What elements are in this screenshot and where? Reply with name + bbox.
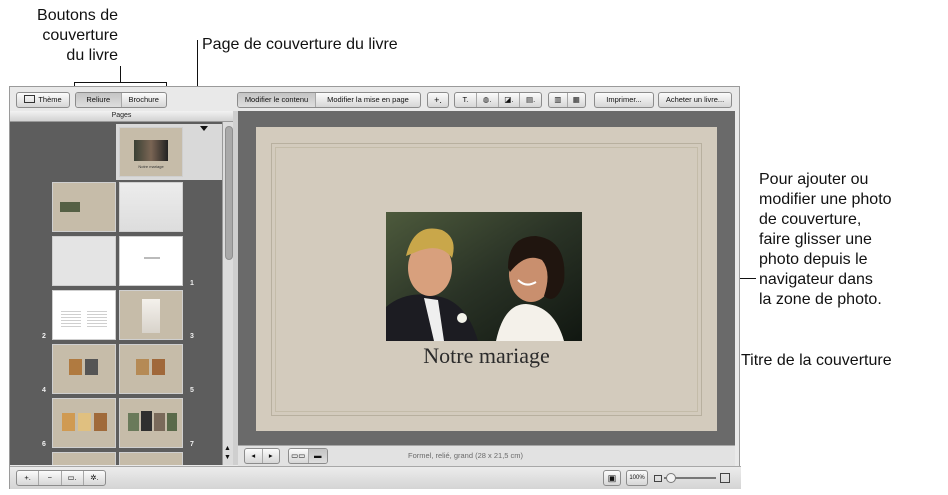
two-page-view-icon[interactable]: ▭▭ xyxy=(289,449,308,463)
cover-title-text[interactable]: Notre mariage xyxy=(256,343,717,369)
photo-effects-icon[interactable]: ◍. xyxy=(475,93,498,107)
zoom-slider-icon[interactable] xyxy=(654,473,730,483)
send-backward-icon[interactable]: ▦ xyxy=(566,93,586,107)
text-icon[interactable]: T. xyxy=(455,93,476,107)
page-number-3: 3 xyxy=(190,333,194,340)
page-thumb-endpaper-left[interactable] xyxy=(52,182,116,232)
page-number-6: 6 xyxy=(42,441,46,448)
page-number-4: 4 xyxy=(42,387,46,394)
page-nav-buttons[interactable]: ◂ ▸ xyxy=(244,448,280,464)
wedding-photo xyxy=(386,212,582,341)
fit-view-icon: ▣ xyxy=(607,473,617,483)
bracket-stem xyxy=(120,66,121,82)
callout-add-photo: Pour ajouter ou modifier une photo de co… xyxy=(759,171,892,308)
zoom-100-button[interactable]: 100% xyxy=(626,470,648,486)
page-thumb-3[interactable] xyxy=(119,290,183,340)
page-number-1: 1 xyxy=(190,280,194,287)
thumb-caption: Notre mariage xyxy=(138,164,164,169)
page-thumb-6[interactable] xyxy=(52,398,116,448)
page-thumb-8[interactable] xyxy=(52,452,116,465)
callout-cover-page: Page de couverture du livre xyxy=(202,36,398,53)
binding-option-brochure[interactable]: Brochure xyxy=(120,93,167,107)
gear-icon[interactable]: ✲. xyxy=(82,471,105,485)
background-icon[interactable]: ▤. xyxy=(519,93,541,107)
callout-cover-buttons: Boutons de couverture du livre xyxy=(37,7,118,64)
thumb-photo xyxy=(78,413,91,431)
bracket-top xyxy=(74,82,167,83)
arrange-tools[interactable]: ▥ ▦ xyxy=(548,92,586,108)
page-actions[interactable]: +. − ▭. ✲. xyxy=(16,470,106,486)
add-page-icon[interactable]: +. xyxy=(17,471,38,485)
thumb-photo xyxy=(154,413,165,431)
pages-panel-title: Pages xyxy=(10,111,233,122)
thumb-photo xyxy=(167,413,177,431)
thumb-photo xyxy=(69,359,82,375)
thumb-photo xyxy=(152,359,165,375)
thumb-text xyxy=(144,257,160,259)
zoom-knob[interactable] xyxy=(666,473,676,483)
theme-button[interactable]: Thème xyxy=(16,92,70,108)
page-number-2: 2 xyxy=(42,333,46,340)
layout-icon[interactable]: ▭. xyxy=(60,471,83,485)
view-mode-buttons[interactable]: ▭▭ ▬ xyxy=(288,448,328,464)
add-icon[interactable]: +. xyxy=(427,92,449,108)
frame-icon[interactable]: ◪. xyxy=(497,93,520,107)
theme-label: Thème xyxy=(38,95,62,104)
page-thumb-9[interactable] xyxy=(119,452,183,465)
page-number-5: 5 xyxy=(190,387,194,394)
zoom-small-icon xyxy=(654,475,662,482)
binding-segmented-control[interactable]: Reliure Brochure xyxy=(75,92,167,108)
iphoto-book-window: Thème Reliure Brochure Modifier le conte… xyxy=(9,86,741,489)
page-thumb-4[interactable] xyxy=(52,344,116,394)
book-canvas: Notre mariage xyxy=(238,111,735,445)
next-page-icon[interactable]: ▸ xyxy=(261,449,280,463)
thumb-photo xyxy=(136,359,149,375)
page-thumb-5[interactable] xyxy=(119,344,183,394)
print-button[interactable]: Imprimer... xyxy=(594,92,654,108)
pages-panel: Pages Notre mariage 1 2 3 4 5 6 7 ▲ ▼ xyxy=(10,111,233,465)
pages-scrollbar-knob[interactable] xyxy=(225,126,233,260)
window-footer: +. − ▭. ✲. ▣ 100% xyxy=(10,466,741,489)
page-thumb-blank[interactable] xyxy=(52,236,116,286)
buy-book-button[interactable]: Acheter un livre... xyxy=(658,92,732,108)
thumb-text xyxy=(87,309,107,327)
thumb-photo xyxy=(85,359,98,375)
thumb-photo xyxy=(62,413,75,431)
page-thumb-cover[interactable]: Notre mariage xyxy=(119,127,183,177)
callout-cover-title: Titre de la couverture xyxy=(741,352,892,369)
zoom-large-icon xyxy=(720,473,730,483)
thumb-photo xyxy=(94,413,107,431)
panel-dropdown-icon[interactable] xyxy=(200,126,208,131)
page-number-7: 7 xyxy=(190,441,194,448)
thumb-photo xyxy=(60,202,80,212)
theme-icon xyxy=(24,95,36,103)
scroll-up-arrow-icon[interactable]: ▲ xyxy=(224,445,231,453)
bring-forward-icon[interactable]: ▥ xyxy=(549,93,567,107)
thumb-photo xyxy=(141,411,152,431)
book-cover: Notre mariage xyxy=(256,127,717,431)
edit-mode-content[interactable]: Modifier le contenu xyxy=(238,93,316,107)
thumb-text xyxy=(61,309,81,327)
prev-page-icon[interactable]: ◂ xyxy=(245,449,262,463)
pages-scrollbar[interactable]: ▲ ▼ xyxy=(222,122,233,465)
book-format-label: Formel, relié, grand (28 x 21,5 cm) xyxy=(408,451,524,460)
page-thumb-2[interactable] xyxy=(52,290,116,340)
thumb-photo xyxy=(134,140,168,161)
fit-view-button[interactable]: ▣ xyxy=(603,470,621,486)
thumb-photo xyxy=(142,299,160,333)
edit-mode-segmented-control[interactable]: Modifier le contenu Modifier la mise en … xyxy=(237,92,421,108)
page-thumb-endpaper-right[interactable] xyxy=(119,182,183,232)
edit-mode-layout[interactable]: Modifier la mise en page xyxy=(315,93,420,107)
page-thumb-7[interactable] xyxy=(119,398,183,448)
scroll-down-arrow-icon[interactable]: ▼ xyxy=(224,454,231,462)
single-page-view-icon[interactable]: ▬ xyxy=(307,449,327,463)
page-thumb-1[interactable] xyxy=(119,236,183,286)
canvas-bottom-bar: ◂ ▸ ▭▭ ▬ Formel, relié, grand (28 x 21,5… xyxy=(238,445,735,466)
remove-page-icon[interactable]: − xyxy=(38,471,60,485)
thumb-photo xyxy=(128,413,139,431)
cover-photo-area[interactable] xyxy=(386,212,582,341)
binding-option-reliure[interactable]: Reliure xyxy=(76,93,121,107)
format-tools[interactable]: T. ◍. ◪. ▤. xyxy=(454,92,542,108)
